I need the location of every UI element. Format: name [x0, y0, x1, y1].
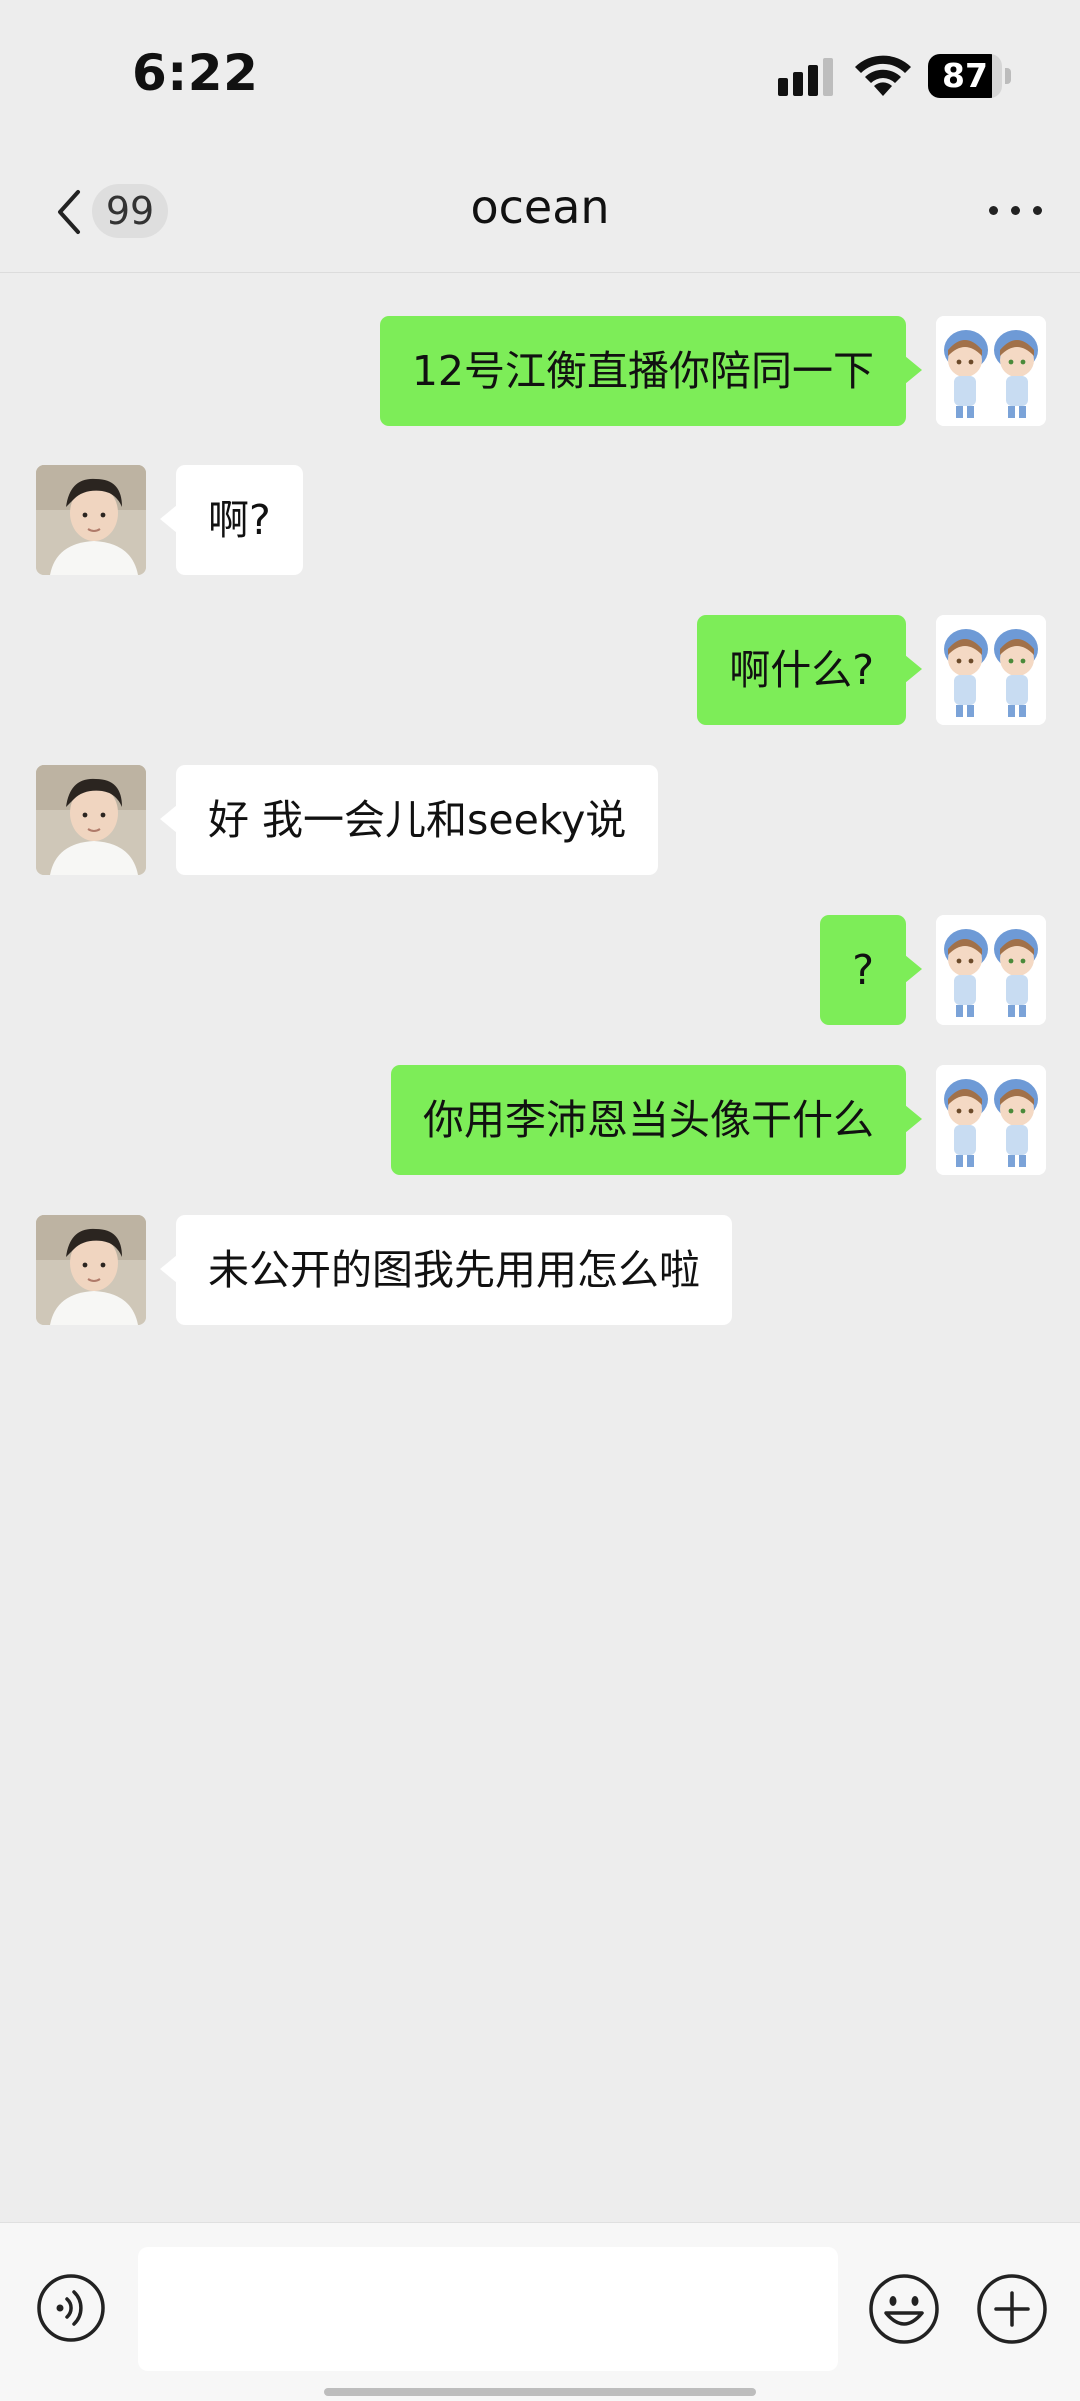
status-time: 6:22	[132, 44, 259, 102]
chat-title: ocean	[470, 180, 610, 234]
battery-indicator: 87	[928, 54, 1012, 98]
message-input[interactable]	[138, 2247, 838, 2371]
contact-avatar[interactable]	[36, 1215, 146, 1325]
cellular-signal-icon	[778, 58, 833, 96]
message-bubble-self[interactable]: 啊什么?	[697, 615, 922, 725]
self-avatar[interactable]	[936, 1065, 1046, 1175]
status-bar: 6:22 87	[0, 0, 1080, 150]
message-row-self: 12号江衡直播你陪同一下	[0, 316, 1080, 428]
message-row-self: 啊什么?	[0, 615, 1080, 727]
plus-icon[interactable]	[976, 2273, 1048, 2345]
contact-avatar[interactable]	[36, 465, 146, 575]
message-bubble-self[interactable]: ?	[820, 915, 922, 1025]
message-row-self: 你用李沛恩当头像干什么	[0, 1065, 1080, 1177]
chat-header: 99 ocean	[0, 150, 1080, 273]
more-button[interactable]	[985, 180, 1047, 240]
emoji-icon[interactable]	[868, 2273, 940, 2345]
self-avatar[interactable]	[936, 915, 1046, 1025]
message-row-other: 未公开的图我先用用怎么啦	[0, 1215, 1080, 1327]
contact-avatar[interactable]	[36, 765, 146, 875]
more-dots-icon	[989, 206, 998, 215]
message-bubble-self[interactable]: 你用李沛恩当头像干什么	[391, 1065, 922, 1175]
self-avatar[interactable]	[936, 316, 1046, 426]
home-indicator	[324, 2388, 756, 2396]
message-row-other: 好 我一会儿和seeky说	[0, 765, 1080, 877]
message-bubble-self[interactable]: 12号江衡直播你陪同一下	[379, 316, 923, 426]
voice-icon[interactable]	[36, 2273, 106, 2343]
message-row-self: ?	[0, 915, 1080, 1027]
message-bubble-other[interactable]: 好 我一会儿和seeky说	[159, 765, 659, 875]
self-avatar[interactable]	[936, 615, 1046, 725]
message-bubble-other[interactable]: 啊?	[160, 465, 303, 575]
message-bubble-other[interactable]: 未公开的图我先用用怎么啦	[160, 1215, 732, 1325]
battery-level: 87	[942, 56, 988, 95]
wifi-icon	[855, 55, 911, 96]
chat-input-bar	[0, 2222, 1080, 2401]
message-row-other: 啊?	[0, 465, 1080, 577]
